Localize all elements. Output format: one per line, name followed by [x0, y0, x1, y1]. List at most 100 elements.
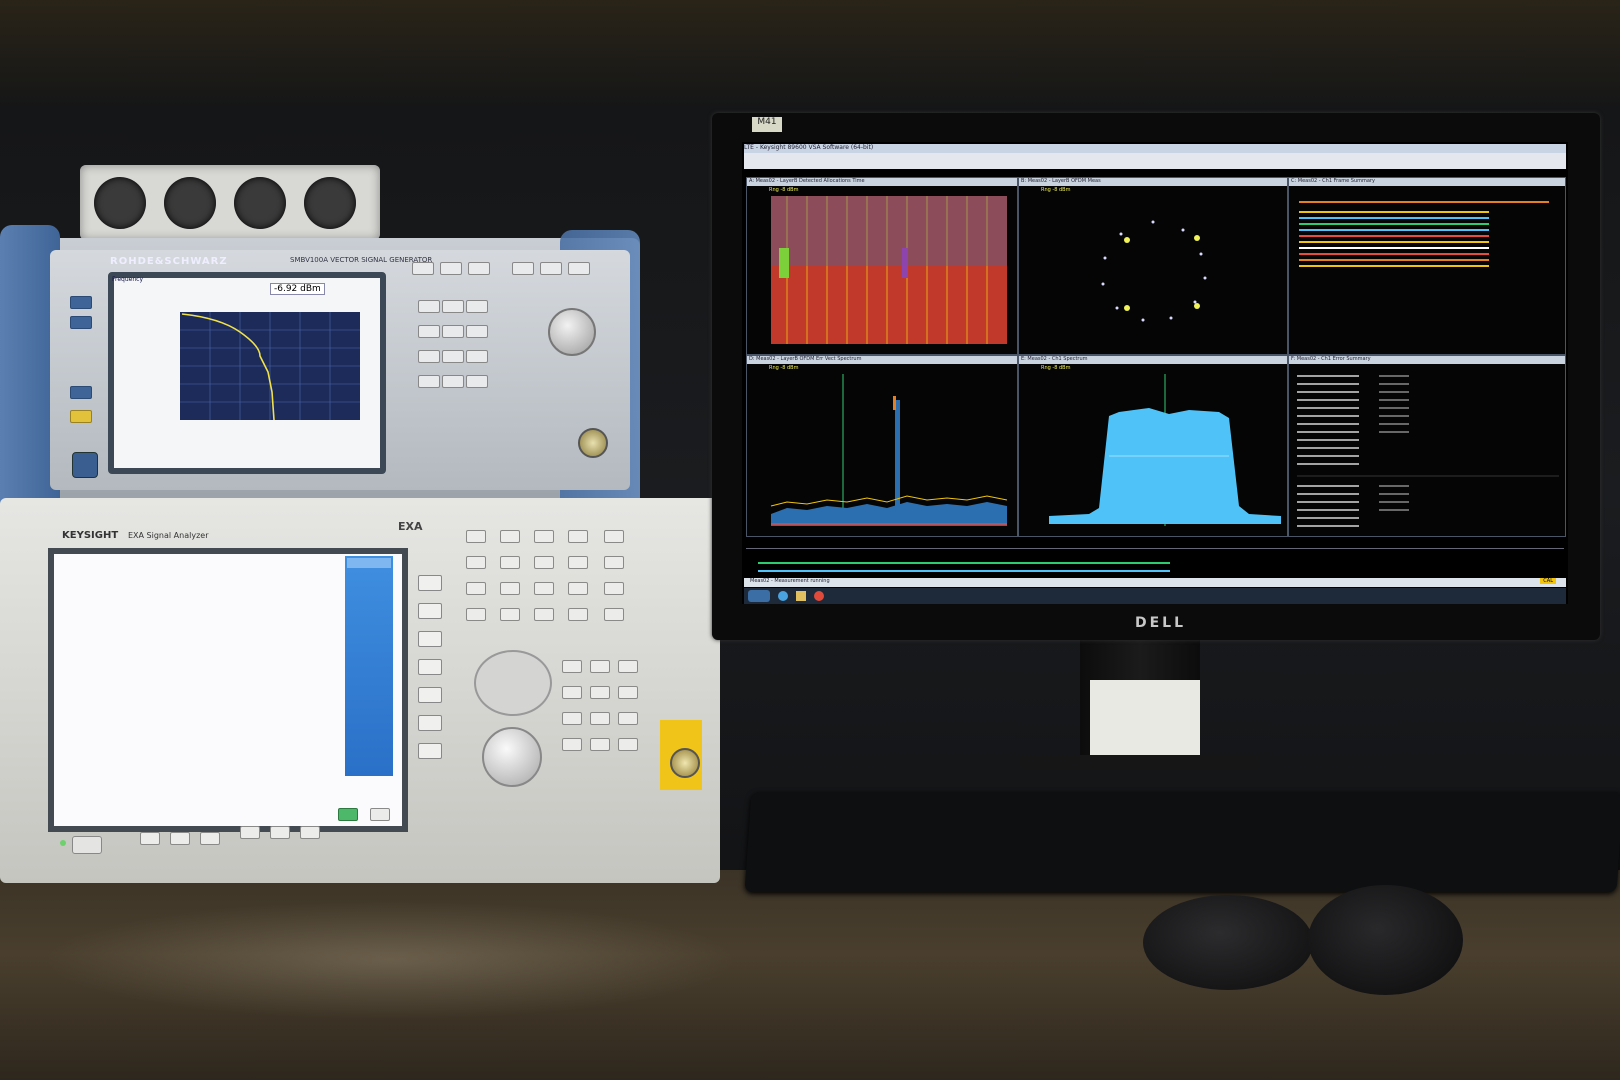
analyzer-key[interactable]: [568, 608, 588, 621]
generator-numpad-key[interactable]: [418, 350, 440, 363]
analyzer-softkey[interactable]: [418, 575, 442, 591]
analyzer-softkey[interactable]: [418, 715, 442, 731]
analyzer-green-key[interactable]: [338, 808, 358, 821]
analyzer-key[interactable]: [500, 556, 520, 569]
analyzer-key[interactable]: [534, 608, 554, 621]
analyzer-key[interactable]: [568, 530, 588, 543]
generator-numpad-key[interactable]: [442, 375, 464, 388]
analyzer-power-button[interactable]: [72, 836, 102, 854]
analyzer-power-led: [60, 840, 66, 846]
computer-mouse[interactable]: [1308, 885, 1463, 995]
analyzer-softkey[interactable]: [418, 687, 442, 703]
computer-mouse[interactable]: [1143, 895, 1313, 990]
generator-numpad-key[interactable]: [466, 375, 488, 388]
vsa-pane-frame-summary[interactable]: C: Meas02 - Ch1 Frame Summary: [1288, 177, 1566, 355]
analyzer-bottom-key[interactable]: [370, 808, 390, 821]
ie-icon[interactable]: [778, 591, 788, 601]
analyzer-arrow-pad[interactable]: [474, 650, 552, 716]
monitor-base: [1020, 755, 1260, 769]
generator-rotary-knob[interactable]: [548, 308, 596, 356]
generator-key[interactable]: [468, 262, 490, 275]
constellation-graphic: [1101, 220, 1207, 322]
analyzer-key[interactable]: [568, 556, 588, 569]
generator-rf-key[interactable]: [70, 410, 92, 423]
analyzer-numpad-key[interactable]: [590, 738, 610, 751]
generator-key[interactable]: [540, 262, 562, 275]
analyzer-numpad-key[interactable]: [590, 660, 610, 673]
analyzer-bottom-key[interactable]: [270, 826, 290, 839]
generator-side-key[interactable]: [70, 296, 92, 309]
vsa-pane-err-vect-spectrum[interactable]: D: Meas02 - LayerB OFDM Err Vect Spectru…: [746, 355, 1018, 537]
analyzer-model: EXA Signal Analyzer: [128, 531, 209, 540]
keyboard[interactable]: [744, 792, 1620, 892]
generator-screen-title: Frequency: [112, 276, 143, 283]
analyzer-numpad-key[interactable]: [590, 686, 610, 699]
vsa-pane-error-summary[interactable]: F: Meas02 - Ch1 Error Summary: [1288, 355, 1566, 537]
power-strip: [80, 165, 380, 240]
analyzer-key[interactable]: [534, 530, 554, 543]
chrome-icon[interactable]: [814, 591, 824, 601]
start-button[interactable]: [748, 590, 770, 602]
analyzer-softkey[interactable]: [418, 743, 442, 759]
analyzer-numpad-key[interactable]: [562, 660, 582, 673]
analyzer-bottom-key[interactable]: [170, 832, 190, 845]
analyzer-key[interactable]: [466, 556, 486, 569]
generator-key[interactable]: [412, 262, 434, 275]
analyzer-numpad-key[interactable]: [618, 686, 638, 699]
vsa-pane-spectrum[interactable]: E: Meas02 - Ch1 Spectrum Rng -8 dBm: [1018, 355, 1288, 537]
generator-numpad-key[interactable]: [442, 350, 464, 363]
generator-numpad-key[interactable]: [418, 300, 440, 313]
folder-icon[interactable]: [796, 591, 806, 601]
analyzer-softkey[interactable]: [418, 603, 442, 619]
generator-side-key[interactable]: [70, 316, 92, 329]
windows-taskbar[interactable]: [744, 588, 1566, 604]
analyzer-bottom-key[interactable]: [200, 832, 220, 845]
analyzer-brand: KEYSIGHT: [62, 530, 119, 541]
generator-numpad-key[interactable]: [442, 325, 464, 338]
generator-numpad-key[interactable]: [466, 325, 488, 338]
analyzer-key[interactable]: [500, 582, 520, 595]
generator-key[interactable]: [440, 262, 462, 275]
analyzer-numpad-key[interactable]: [618, 712, 638, 725]
generator-ccdf-plot: [180, 312, 360, 421]
analyzer-softkey[interactable]: [418, 631, 442, 647]
analyzer-softkey-header: [347, 558, 391, 568]
analyzer-numpad-key[interactable]: [562, 712, 582, 725]
analyzer-softkey[interactable]: [418, 659, 442, 675]
analyzer-key[interactable]: [604, 608, 624, 621]
monitor-sticker: M41: [752, 117, 782, 132]
analyzer-key[interactable]: [604, 530, 624, 543]
vsa-menu-toolbar[interactable]: [744, 153, 1566, 169]
vsa-title-bar: LTE - Keysight 89600 VSA Software (64-bi…: [744, 144, 1566, 153]
analyzer-key[interactable]: [534, 582, 554, 595]
analyzer-key[interactable]: [466, 582, 486, 595]
analyzer-numpad-key[interactable]: [590, 712, 610, 725]
generator-key[interactable]: [568, 262, 590, 275]
vsa-pane-constellation[interactable]: B: Meas02 - LayerB OFDM Meas Rng -8 dBm: [1018, 177, 1288, 355]
vsa-pane-allocations[interactable]: A: Meas02 - LayerB Detected Allocations …: [746, 177, 1018, 355]
generator-numpad-key[interactable]: [466, 350, 488, 363]
analyzer-numpad-key[interactable]: [562, 738, 582, 751]
analyzer-bottom-key[interactable]: [140, 832, 160, 845]
analyzer-key[interactable]: [568, 582, 588, 595]
analyzer-key[interactable]: [500, 608, 520, 621]
generator-key[interactable]: [512, 262, 534, 275]
analyzer-numpad-key[interactable]: [618, 738, 638, 751]
analyzer-bottom-key[interactable]: [300, 826, 320, 839]
analyzer-rotary-knob[interactable]: [482, 727, 542, 787]
analyzer-numpad-key[interactable]: [618, 660, 638, 673]
generator-side-key[interactable]: [70, 386, 92, 399]
generator-power-button[interactable]: [72, 452, 98, 478]
analyzer-key[interactable]: [500, 530, 520, 543]
analyzer-bottom-key[interactable]: [240, 826, 260, 839]
analyzer-key[interactable]: [466, 530, 486, 543]
generator-numpad-key[interactable]: [442, 300, 464, 313]
analyzer-key[interactable]: [466, 608, 486, 621]
generator-numpad-key[interactable]: [418, 325, 440, 338]
analyzer-numpad-key[interactable]: [562, 686, 582, 699]
generator-numpad-key[interactable]: [466, 300, 488, 313]
analyzer-key[interactable]: [604, 556, 624, 569]
analyzer-key[interactable]: [534, 556, 554, 569]
generator-numpad-key[interactable]: [418, 375, 440, 388]
analyzer-key[interactable]: [604, 582, 624, 595]
